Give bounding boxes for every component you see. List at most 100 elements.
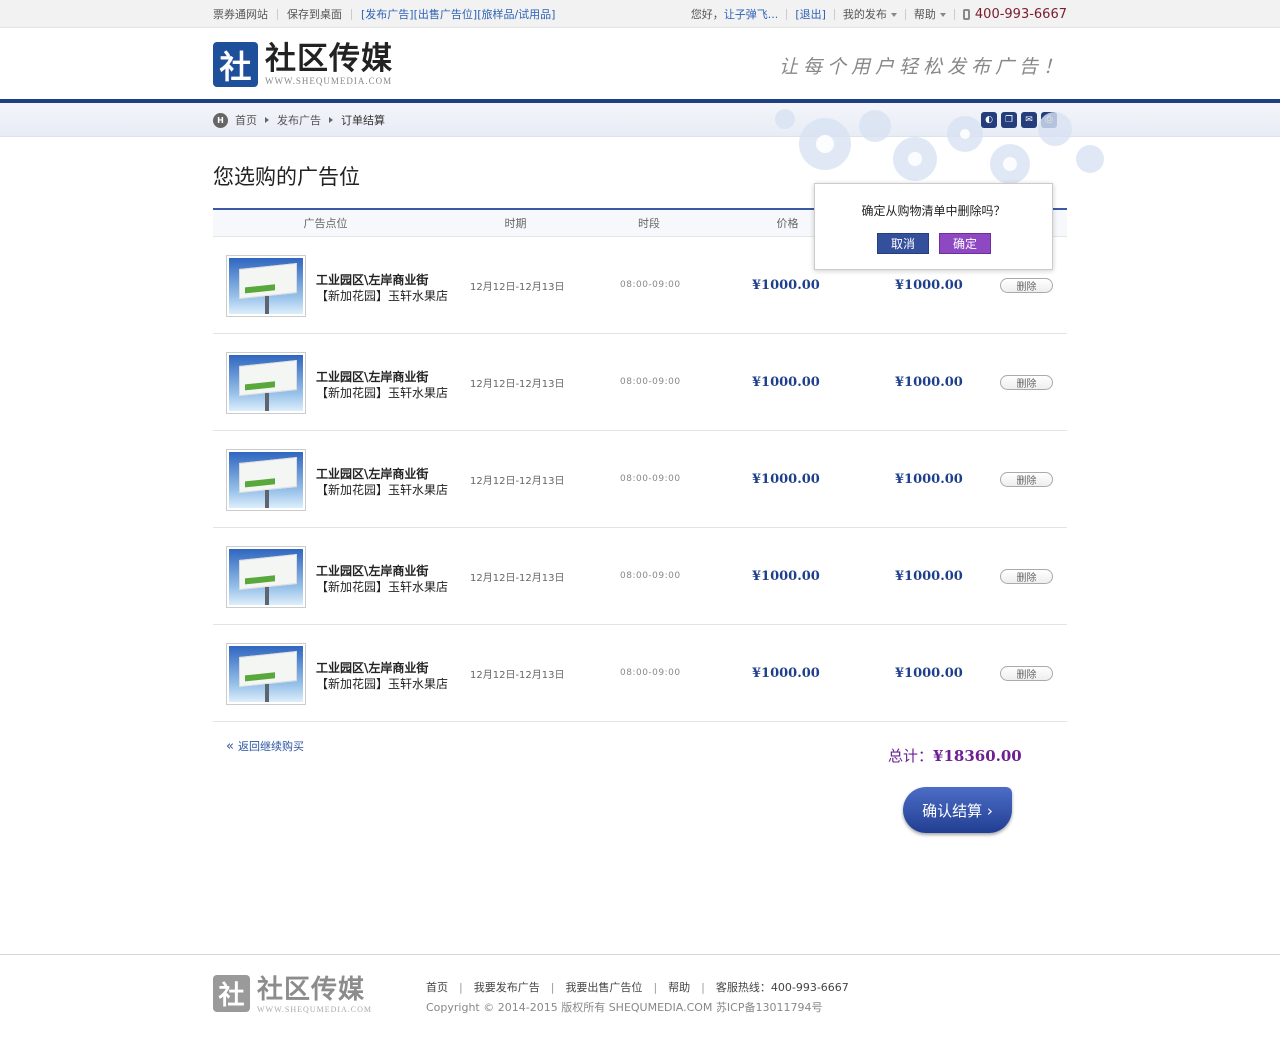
my-publish-menu[interactable]: 我的发布 (843, 6, 897, 22)
cart-table: 广告点位 时期 时段 价格 工业园区\左岸商业街 【新加花园】玉轩水果店 12月… (213, 208, 1067, 722)
ad-spot-area: 工业园区\左岸商业街 (316, 661, 429, 675)
ad-spot-shop: 【新加花园】玉轩水果店 (316, 580, 449, 594)
price: ¥1000.00 (752, 277, 820, 293)
delete-button[interactable]: 删除 (1000, 665, 1053, 681)
mail-icon[interactable]: ✉ (1021, 112, 1037, 128)
double-chevron-left-icon: « (226, 738, 234, 754)
save-desktop-link[interactable]: 保存到桌面 (287, 6, 342, 22)
time-slot: 08:00-09:00 (620, 571, 681, 581)
billboard-image (229, 355, 303, 411)
breadcrumb-arrow-icon (329, 117, 333, 123)
continue-shopping-link[interactable]: « 返回继续购买 (226, 738, 304, 754)
billboard-image (229, 258, 303, 314)
subtotal: ¥1000.00 (895, 568, 963, 584)
top-bar: 票券通网站 保存到桌面 [发布广告] [出售广告位] [旅样品/试用品] 您好，… (0, 0, 1280, 28)
time-slot: 08:00-09:00 (620, 280, 681, 290)
footer-link-publish[interactable]: 我要发布广告 (474, 979, 540, 995)
delete-button[interactable]: 删除 (1000, 568, 1053, 584)
total-value: ¥18360.00 (933, 747, 1022, 765)
help-menu[interactable]: 帮助 (914, 6, 946, 22)
table-row: 工业园区\左岸商业街 【新加花园】玉轩水果店 12月12日-12月13日 08:… (213, 334, 1067, 431)
footer-logo[interactable]: 社 社区传媒 WWW.SHEQUMEDIA.COM (213, 975, 372, 1014)
print-icon[interactable]: ⎙ (1041, 112, 1057, 128)
billboard-thumbnail[interactable] (226, 255, 306, 317)
delete-button[interactable]: 删除 (1000, 277, 1053, 293)
divider (277, 8, 278, 20)
continue-shopping-label: 返回继续购买 (237, 740, 304, 753)
period: 12月12日-12月13日 (470, 281, 565, 293)
table-row: 工业园区\左岸商业街 【新加花园】玉轩水果店 12月12日-12月13日 08:… (213, 528, 1067, 625)
footer-logo-mark: 社 (213, 975, 250, 1012)
footer-links: 首页 | 我要发布广告 | 我要出售广告位 | 帮助 | 客服热线：400-99… (426, 979, 849, 995)
logout-link[interactable]: [退出] (795, 6, 826, 22)
site-name-link[interactable]: 票券通网站 (213, 6, 268, 22)
sell-adspace-link[interactable]: [出售广告位] (414, 6, 478, 22)
wechat-icon[interactable]: ◐ (981, 112, 997, 128)
footer-link-sell[interactable]: 我要出售广告位 (565, 979, 642, 995)
ad-spot-name: 工业园区\左岸商业街 【新加花园】玉轩水果店 (316, 563, 448, 595)
divider (904, 8, 906, 20)
breadcrumb-arrow-icon (265, 117, 269, 123)
footer-logo-text: 社区传媒 WWW.SHEQUMEDIA.COM (257, 975, 372, 1014)
ad-spot-area: 工业园区\左岸商业街 (316, 564, 429, 578)
billboard-thumbnail[interactable] (226, 643, 306, 705)
footer-link-help[interactable]: 帮助 (668, 979, 690, 995)
page-title: 您选购的广告位 (213, 165, 360, 189)
copyright: Copyright © 2014-2015 版权所有 SHEQUMEDIA.CO… (426, 1001, 823, 1014)
popup-ok-button[interactable]: 确定 (939, 233, 991, 254)
divider: | (653, 980, 658, 994)
ad-spot-shop: 【新加花园】玉轩水果店 (316, 289, 449, 303)
chevron-down-icon (939, 13, 946, 17)
samples-link[interactable]: [旅样品/试用品] (477, 6, 555, 22)
ad-spot-area: 工业园区\左岸商业街 (316, 370, 429, 384)
ad-spot-area: 工业园区\左岸商业街 (316, 273, 429, 287)
period: 12月12日-12月13日 (470, 378, 565, 390)
breadcrumb-publish[interactable]: 发布广告 (277, 112, 321, 128)
divider (833, 8, 835, 20)
col-header-date: 时期 (504, 217, 527, 230)
billboard-thumbnail[interactable] (226, 352, 306, 414)
divider (351, 8, 352, 20)
footer-logo-name: 社区传媒 (257, 975, 366, 1005)
popup-cancel-button[interactable]: 取消 (877, 233, 929, 254)
ad-spot-name: 工业园区\左岸商业街 【新加花园】玉轩水果店 (316, 660, 448, 692)
table-row: 工业园区\左岸商业街 【新加花园】玉轩水果店 12月12日-12月13日 08:… (213, 625, 1067, 722)
slogan: 让每个用户轻松发布广告！ (778, 56, 1067, 78)
site-logo[interactable]: 社 社区传媒 WWW.SHEQUMEDIA.COM (213, 42, 393, 87)
logo-url: WWW.SHEQUMEDIA.COM (265, 76, 393, 86)
period: 12月12日-12月13日 (470, 475, 565, 487)
billboard-image (229, 549, 303, 605)
username-link[interactable]: 让子弹飞... (724, 6, 779, 22)
divider (953, 8, 955, 20)
publish-ad-link[interactable]: [发布广告] (361, 6, 414, 22)
price: ¥1000.00 (752, 471, 820, 487)
divider: | (459, 980, 463, 994)
price: ¥1000.00 (752, 374, 820, 390)
logo-text: 社区传媒 WWW.SHEQUMEDIA.COM (265, 42, 393, 86)
delete-button[interactable]: 删除 (1000, 374, 1053, 390)
period: 12月12日-12月13日 (470, 572, 565, 584)
subtotal: ¥1000.00 (895, 277, 963, 293)
time-slot: 08:00-09:00 (620, 474, 681, 484)
greeting-text: 您好， (690, 8, 724, 21)
period: 12月12日-12月13日 (470, 669, 565, 681)
ad-spot-name: 工业园区\左岸商业街 【新加花园】玉轩水果店 (316, 369, 448, 401)
delete-button[interactable]: 删除 (1000, 471, 1053, 487)
footer-logo-url: WWW.SHEQUMEDIA.COM (257, 1005, 373, 1014)
ad-spot-shop: 【新加花园】玉轩水果店 (316, 386, 449, 400)
billboard-image (229, 452, 303, 508)
total-label: 总计： (888, 747, 934, 765)
home-icon[interactable]: H (213, 112, 228, 128)
phone-icon (962, 8, 970, 20)
billboard-thumbnail[interactable] (226, 449, 306, 511)
breadcrumb-home[interactable]: 首页 (235, 112, 257, 128)
divider: | (550, 980, 555, 994)
site-footer: 社 社区传媒 WWW.SHEQUMEDIA.COM 首页 | 我要发布广告 | … (0, 954, 1280, 1058)
footer-link-home[interactable]: 首页 (426, 979, 448, 995)
ad-spot-shop: 【新加花园】玉轩水果店 (316, 677, 449, 691)
copy-icon[interactable]: ❐ (1001, 112, 1017, 128)
order-total: 总计：¥18360.00 (888, 745, 1022, 766)
confirm-checkout-button[interactable]: 确认结算 › (903, 787, 1012, 833)
billboard-thumbnail[interactable] (226, 546, 306, 608)
subtotal: ¥1000.00 (895, 374, 963, 390)
